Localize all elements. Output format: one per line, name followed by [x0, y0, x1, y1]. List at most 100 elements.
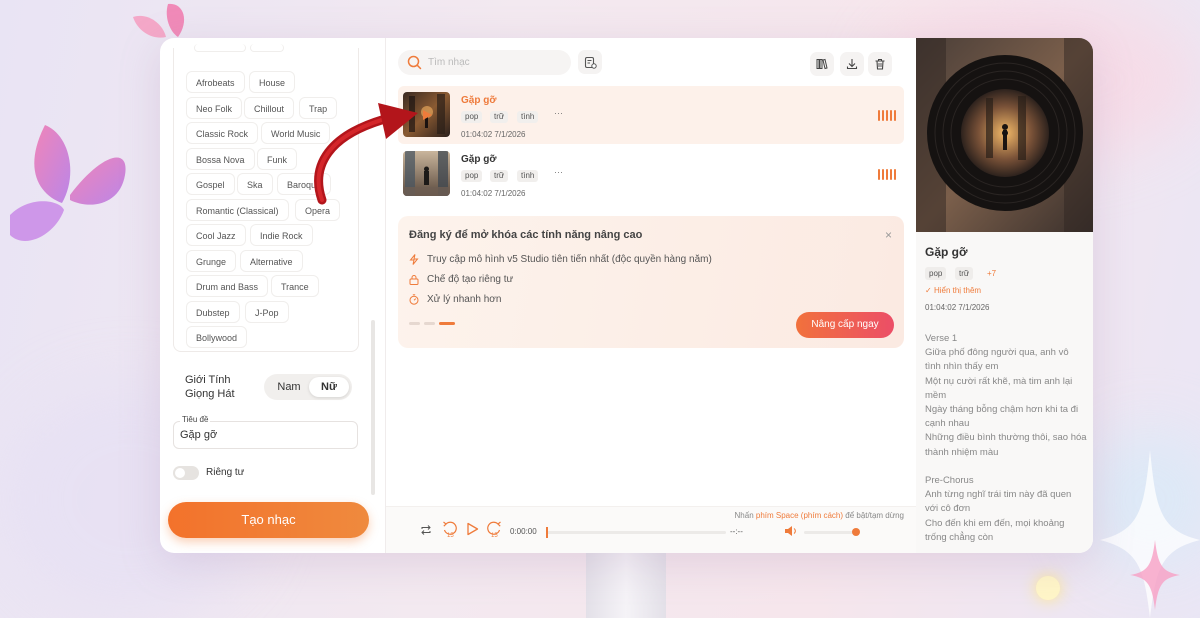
more-tags-count[interactable]: +7 [987, 267, 996, 280]
track-list-panel: Tìm nhạc Gặp gỡ pop trữ tình ··· 01:04:0… [386, 38, 916, 553]
genre-chip[interactable]: Indie Rock [250, 224, 313, 246]
genre-chip[interactable]: Neo Folk [186, 97, 243, 119]
genre-chip[interactable] [250, 44, 284, 52]
genre-chip[interactable]: Gospel [186, 173, 235, 195]
duration: --:-- [730, 527, 743, 536]
volume-icon[interactable] [784, 525, 798, 537]
genre-chip[interactable]: Cool Jazz [186, 224, 246, 246]
song-meta: 01:04:02 7/1/2026 [925, 303, 990, 312]
butterfly-large-decoration [10, 125, 126, 241]
genre-chip[interactable]: Trap [299, 97, 338, 119]
create-panel: Afrobeats House Neo Folk Chillout Trap C… [160, 38, 386, 553]
create-music-button[interactable]: Tạo nhạc [168, 502, 369, 538]
track-tag: pop [461, 111, 483, 123]
delete-button[interactable] [868, 52, 892, 76]
genre-chip[interactable]: Afrobeats [186, 71, 245, 93]
promo-title: Đăng ký để mở khóa các tính năng nâng ca… [409, 229, 643, 241]
track-more-icon[interactable]: ··· [554, 167, 563, 177]
track-tag: pop [461, 170, 483, 182]
private-toggle-label: Riêng tư [206, 467, 245, 478]
genre-chip[interactable]: Opera [295, 199, 341, 221]
repeat-icon[interactable] [420, 524, 432, 536]
genre-list: Afrobeats House Neo Folk Chillout Trap C… [173, 44, 359, 352]
vocal-gender-toggle: Nam Nữ [264, 374, 352, 400]
download-button[interactable] [840, 52, 864, 76]
bolt-icon [409, 254, 419, 265]
track-title: Gặp gỡ [461, 95, 497, 106]
track-tag: trữ [490, 111, 509, 123]
volume-knob[interactable] [852, 528, 860, 536]
promo-feature: Chế độ tạo riêng tư [409, 274, 513, 285]
track-tag: trữ [490, 170, 509, 182]
album-cover [916, 38, 1093, 232]
search-input[interactable]: Tìm nhạc [398, 50, 571, 75]
song-tag: trữ [955, 267, 974, 280]
genre-chip[interactable]: Chillout [244, 97, 295, 119]
genre-chip[interactable]: Bollywood [186, 326, 248, 348]
volume-slider[interactable] [804, 531, 856, 534]
upgrade-promo-card: Đăng ký để mở khóa các tính năng nâng ca… [398, 216, 904, 348]
show-more-link[interactable]: ✓ Hiển thị thêm [925, 286, 981, 295]
promo-feature: Truy cập mô hình v5 Studio tiên tiến nhấ… [409, 254, 712, 265]
search-icon [407, 55, 422, 70]
genre-chip[interactable]: Classic Rock [186, 122, 259, 144]
progress-bar[interactable] [546, 527, 726, 538]
forward-15-icon[interactable]: 15 [486, 521, 502, 538]
left-scrollbar[interactable] [371, 320, 375, 495]
title-input-label: Tiêu đề [180, 415, 211, 424]
carousel-dots[interactable] [409, 322, 455, 325]
genre-chip[interactable]: Trance [271, 275, 319, 297]
waveform-icon [878, 169, 896, 180]
track-title: Gặp gỡ [461, 154, 497, 165]
download-icon [846, 59, 858, 70]
app-window: Afrobeats House Neo Folk Chillout Trap C… [160, 38, 1093, 553]
genre-chip[interactable]: Grunge [186, 250, 237, 272]
track-meta: 01:04:02 7/1/2026 [461, 189, 526, 198]
svg-text:15: 15 [491, 533, 498, 538]
track-row[interactable]: Gặp gỡ pop trữ tình ··· 01:04:02 7/1/202… [398, 86, 904, 144]
lyrics-text: Verse 1 Giữa phố đông người qua, anh vô … [925, 333, 1087, 543]
track-row[interactable]: Gặp gỡ pop trữ tình ··· 01:04:02 7/1/202… [398, 145, 904, 203]
check-icon: ✓ [925, 286, 932, 295]
upgrade-now-button[interactable]: Nâng cấp ngay [796, 312, 894, 338]
library-toolbar-button[interactable] [810, 52, 834, 76]
genre-chip[interactable]: World Music [261, 122, 331, 144]
sparkle-small-decoration [1130, 540, 1180, 610]
current-time: 0:00:00 [510, 527, 537, 536]
gender-option-male[interactable]: Nam [269, 377, 309, 397]
lock-icon [409, 275, 419, 285]
player-hint: Nhấn phím Space (phím cách) để bật/tạm d… [734, 511, 904, 520]
genre-chip[interactable]: Dubstep [186, 301, 240, 323]
genre-chip[interactable]: Funk [257, 148, 298, 170]
search-placeholder: Tìm nhạc [428, 57, 470, 68]
track-tag: tình [517, 111, 539, 123]
genre-chip[interactable] [194, 44, 246, 52]
filter-list-button[interactable] [578, 50, 602, 74]
song-tag: pop [925, 267, 947, 280]
glow-dot-decoration [1036, 576, 1060, 600]
track-tag: tình [517, 170, 539, 182]
title-input[interactable]: Gặp gỡ [173, 421, 358, 449]
waveform-icon [878, 110, 896, 121]
close-icon[interactable]: × [885, 228, 892, 242]
audio-player: Nhấn phím Space (phím cách) để bật/tạm d… [386, 506, 916, 553]
genre-chip[interactable]: Baroque [277, 173, 332, 195]
genre-chip[interactable]: House [249, 71, 296, 93]
genre-chip[interactable]: Drum and Bass [186, 275, 269, 297]
track-more-icon[interactable]: ··· [554, 108, 563, 118]
song-title: Gặp gỡ [925, 245, 968, 259]
genre-chip[interactable]: Alternative [240, 250, 303, 272]
genre-chip[interactable]: Romantic (Classical) [186, 199, 289, 221]
trash-icon [875, 59, 885, 70]
play-icon[interactable] [466, 522, 479, 536]
library-icon [816, 58, 828, 70]
private-toggle[interactable] [173, 466, 199, 480]
monitor-stand [586, 553, 666, 618]
rewind-15-icon[interactable]: 15 [442, 521, 458, 538]
genre-chip[interactable]: Ska [237, 173, 273, 195]
genre-chip[interactable]: Bossa Nova [186, 148, 255, 170]
vocal-gender-label: Giới Tính Giọng Hát [185, 374, 235, 400]
track-thumbnail [403, 92, 450, 137]
genre-chip[interactable]: J-Pop [245, 301, 289, 323]
gender-option-female[interactable]: Nữ [309, 377, 349, 397]
